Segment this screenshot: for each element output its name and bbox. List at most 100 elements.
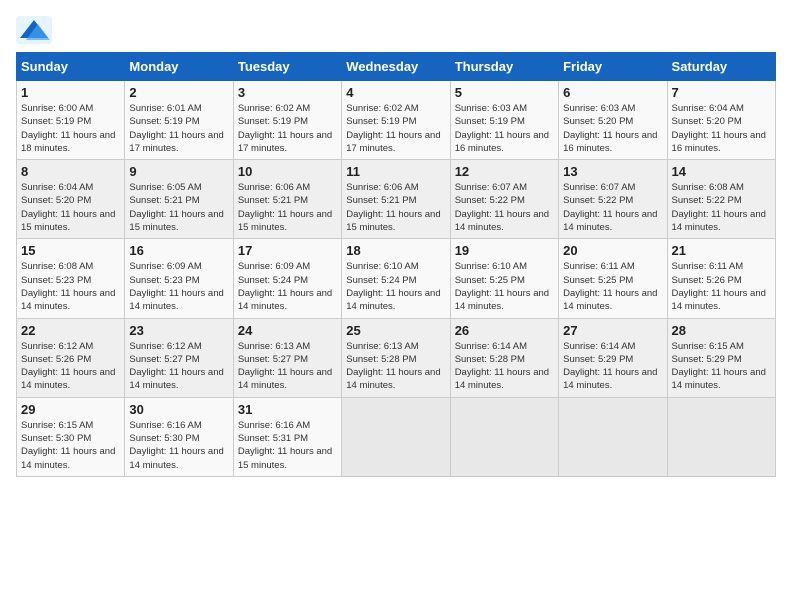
day-number: 27 xyxy=(563,323,662,338)
calendar-cell xyxy=(342,397,450,476)
day-info: Sunrise: 6:12 AM Sunset: 5:26 PM Dayligh… xyxy=(21,340,120,393)
calendar-cell: 14 Sunrise: 6:08 AM Sunset: 5:22 PM Dayl… xyxy=(667,160,775,239)
calendar-week-row: 29 Sunrise: 6:15 AM Sunset: 5:30 PM Dayl… xyxy=(17,397,776,476)
day-number: 17 xyxy=(238,243,337,258)
day-info: Sunrise: 6:13 AM Sunset: 5:27 PM Dayligh… xyxy=(238,340,337,393)
calendar-cell: 3 Sunrise: 6:02 AM Sunset: 5:19 PM Dayli… xyxy=(233,81,341,160)
day-info: Sunrise: 6:07 AM Sunset: 5:22 PM Dayligh… xyxy=(563,181,662,234)
calendar-cell: 24 Sunrise: 6:13 AM Sunset: 5:27 PM Dayl… xyxy=(233,318,341,397)
day-number: 1 xyxy=(21,85,120,100)
day-number: 20 xyxy=(563,243,662,258)
calendar-cell: 10 Sunrise: 6:06 AM Sunset: 5:21 PM Dayl… xyxy=(233,160,341,239)
day-info: Sunrise: 6:03 AM Sunset: 5:19 PM Dayligh… xyxy=(455,102,554,155)
day-info: Sunrise: 6:14 AM Sunset: 5:29 PM Dayligh… xyxy=(563,340,662,393)
calendar-cell xyxy=(450,397,558,476)
day-info: Sunrise: 6:05 AM Sunset: 5:21 PM Dayligh… xyxy=(129,181,228,234)
calendar-table: SundayMondayTuesdayWednesdayThursdayFrid… xyxy=(16,52,776,477)
calendar-cell: 13 Sunrise: 6:07 AM Sunset: 5:22 PM Dayl… xyxy=(559,160,667,239)
calendar-cell: 19 Sunrise: 6:10 AM Sunset: 5:25 PM Dayl… xyxy=(450,239,558,318)
calendar-cell: 25 Sunrise: 6:13 AM Sunset: 5:28 PM Dayl… xyxy=(342,318,450,397)
day-number: 26 xyxy=(455,323,554,338)
day-number: 15 xyxy=(21,243,120,258)
calendar-cell: 4 Sunrise: 6:02 AM Sunset: 5:19 PM Dayli… xyxy=(342,81,450,160)
day-number: 13 xyxy=(563,164,662,179)
calendar-cell: 1 Sunrise: 6:00 AM Sunset: 5:19 PM Dayli… xyxy=(17,81,125,160)
day-info: Sunrise: 6:10 AM Sunset: 5:24 PM Dayligh… xyxy=(346,260,445,313)
day-info: Sunrise: 6:04 AM Sunset: 5:20 PM Dayligh… xyxy=(672,102,771,155)
calendar-cell: 11 Sunrise: 6:06 AM Sunset: 5:21 PM Dayl… xyxy=(342,160,450,239)
day-info: Sunrise: 6:01 AM Sunset: 5:19 PM Dayligh… xyxy=(129,102,228,155)
day-number: 30 xyxy=(129,402,228,417)
calendar-cell: 17 Sunrise: 6:09 AM Sunset: 5:24 PM Dayl… xyxy=(233,239,341,318)
day-info: Sunrise: 6:06 AM Sunset: 5:21 PM Dayligh… xyxy=(238,181,337,234)
calendar-cell xyxy=(667,397,775,476)
day-info: Sunrise: 6:10 AM Sunset: 5:25 PM Dayligh… xyxy=(455,260,554,313)
day-info: Sunrise: 6:00 AM Sunset: 5:19 PM Dayligh… xyxy=(21,102,120,155)
day-number: 12 xyxy=(455,164,554,179)
calendar-cell: 16 Sunrise: 6:09 AM Sunset: 5:23 PM Dayl… xyxy=(125,239,233,318)
weekday-header-wednesday: Wednesday xyxy=(342,53,450,81)
day-number: 2 xyxy=(129,85,228,100)
calendar-week-row: 8 Sunrise: 6:04 AM Sunset: 5:20 PM Dayli… xyxy=(17,160,776,239)
calendar-cell: 31 Sunrise: 6:16 AM Sunset: 5:31 PM Dayl… xyxy=(233,397,341,476)
day-number: 18 xyxy=(346,243,445,258)
day-number: 5 xyxy=(455,85,554,100)
day-info: Sunrise: 6:11 AM Sunset: 5:26 PM Dayligh… xyxy=(672,260,771,313)
day-info: Sunrise: 6:14 AM Sunset: 5:28 PM Dayligh… xyxy=(455,340,554,393)
day-number: 3 xyxy=(238,85,337,100)
day-info: Sunrise: 6:15 AM Sunset: 5:30 PM Dayligh… xyxy=(21,419,120,472)
day-number: 6 xyxy=(563,85,662,100)
weekday-header-sunday: Sunday xyxy=(17,53,125,81)
day-info: Sunrise: 6:02 AM Sunset: 5:19 PM Dayligh… xyxy=(346,102,445,155)
day-info: Sunrise: 6:09 AM Sunset: 5:23 PM Dayligh… xyxy=(129,260,228,313)
weekday-header-thursday: Thursday xyxy=(450,53,558,81)
day-number: 19 xyxy=(455,243,554,258)
day-number: 24 xyxy=(238,323,337,338)
day-info: Sunrise: 6:12 AM Sunset: 5:27 PM Dayligh… xyxy=(129,340,228,393)
calendar-cell: 21 Sunrise: 6:11 AM Sunset: 5:26 PM Dayl… xyxy=(667,239,775,318)
page-header xyxy=(16,16,776,44)
weekday-header-friday: Friday xyxy=(559,53,667,81)
day-info: Sunrise: 6:06 AM Sunset: 5:21 PM Dayligh… xyxy=(346,181,445,234)
day-number: 14 xyxy=(672,164,771,179)
calendar-cell: 12 Sunrise: 6:07 AM Sunset: 5:22 PM Dayl… xyxy=(450,160,558,239)
day-number: 8 xyxy=(21,164,120,179)
day-number: 7 xyxy=(672,85,771,100)
calendar-cell: 7 Sunrise: 6:04 AM Sunset: 5:20 PM Dayli… xyxy=(667,81,775,160)
day-info: Sunrise: 6:08 AM Sunset: 5:22 PM Dayligh… xyxy=(672,181,771,234)
calendar-cell: 8 Sunrise: 6:04 AM Sunset: 5:20 PM Dayli… xyxy=(17,160,125,239)
day-number: 16 xyxy=(129,243,228,258)
day-info: Sunrise: 6:16 AM Sunset: 5:30 PM Dayligh… xyxy=(129,419,228,472)
day-info: Sunrise: 6:03 AM Sunset: 5:20 PM Dayligh… xyxy=(563,102,662,155)
calendar-cell: 29 Sunrise: 6:15 AM Sunset: 5:30 PM Dayl… xyxy=(17,397,125,476)
day-number: 28 xyxy=(672,323,771,338)
day-info: Sunrise: 6:02 AM Sunset: 5:19 PM Dayligh… xyxy=(238,102,337,155)
day-number: 23 xyxy=(129,323,228,338)
day-number: 4 xyxy=(346,85,445,100)
day-number: 22 xyxy=(21,323,120,338)
day-info: Sunrise: 6:13 AM Sunset: 5:28 PM Dayligh… xyxy=(346,340,445,393)
calendar-header-row: SundayMondayTuesdayWednesdayThursdayFrid… xyxy=(17,53,776,81)
calendar-cell: 5 Sunrise: 6:03 AM Sunset: 5:19 PM Dayli… xyxy=(450,81,558,160)
day-number: 29 xyxy=(21,402,120,417)
day-info: Sunrise: 6:07 AM Sunset: 5:22 PM Dayligh… xyxy=(455,181,554,234)
calendar-cell: 18 Sunrise: 6:10 AM Sunset: 5:24 PM Dayl… xyxy=(342,239,450,318)
day-info: Sunrise: 6:15 AM Sunset: 5:29 PM Dayligh… xyxy=(672,340,771,393)
logo xyxy=(16,16,56,44)
calendar-cell: 28 Sunrise: 6:15 AM Sunset: 5:29 PM Dayl… xyxy=(667,318,775,397)
calendar-cell: 15 Sunrise: 6:08 AM Sunset: 5:23 PM Dayl… xyxy=(17,239,125,318)
calendar-cell: 9 Sunrise: 6:05 AM Sunset: 5:21 PM Dayli… xyxy=(125,160,233,239)
calendar-cell: 22 Sunrise: 6:12 AM Sunset: 5:26 PM Dayl… xyxy=(17,318,125,397)
day-info: Sunrise: 6:04 AM Sunset: 5:20 PM Dayligh… xyxy=(21,181,120,234)
day-info: Sunrise: 6:09 AM Sunset: 5:24 PM Dayligh… xyxy=(238,260,337,313)
day-number: 21 xyxy=(672,243,771,258)
calendar-week-row: 1 Sunrise: 6:00 AM Sunset: 5:19 PM Dayli… xyxy=(17,81,776,160)
calendar-cell: 26 Sunrise: 6:14 AM Sunset: 5:28 PM Dayl… xyxy=(450,318,558,397)
weekday-header-monday: Monday xyxy=(125,53,233,81)
calendar-cell: 6 Sunrise: 6:03 AM Sunset: 5:20 PM Dayli… xyxy=(559,81,667,160)
day-info: Sunrise: 6:11 AM Sunset: 5:25 PM Dayligh… xyxy=(563,260,662,313)
weekday-header-saturday: Saturday xyxy=(667,53,775,81)
weekday-header-tuesday: Tuesday xyxy=(233,53,341,81)
calendar-week-row: 15 Sunrise: 6:08 AM Sunset: 5:23 PM Dayl… xyxy=(17,239,776,318)
calendar-cell: 2 Sunrise: 6:01 AM Sunset: 5:19 PM Dayli… xyxy=(125,81,233,160)
